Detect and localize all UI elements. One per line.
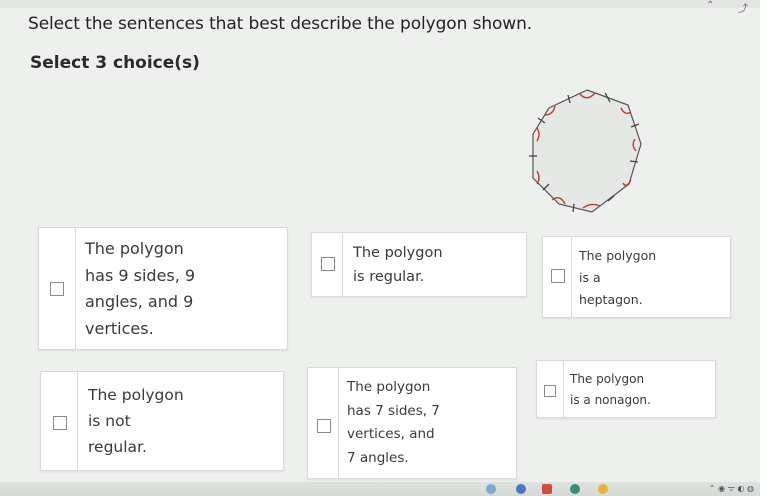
app-icon[interactable] [516,484,526,494]
mail-icon[interactable] [542,484,552,494]
choice-checkbox-1[interactable] [50,282,64,296]
choice-checkbox-6[interactable] [544,385,556,397]
choice-checkbox-3[interactable] [551,269,565,283]
polygon-figure [529,89,642,213]
restore-icon[interactable]: ⤴ [738,0,748,15]
choice-4-line-3: regular. [88,438,147,456]
choice-6-line-2: is a nonagon. [570,393,651,407]
choice-1-line-3: angles, and 9 [85,292,194,311]
choice-card-1[interactable]: The polygon has 9 sides, 9 angles, and 9… [38,227,288,350]
choice-3-line-1: The polygon [579,248,657,263]
choice-card-6[interactable]: The polygon is a nonagon. [536,360,716,418]
choice-1-line-2: has 9 sides, 9 [85,265,196,285]
choice-1-line-1: The polygon [85,239,184,258]
choice-2-line-2: is regular. [353,269,425,285]
choice-4-line-1: The polygon [88,386,184,404]
choice-2-line-1: The polygon [353,245,443,261]
minimize-icon[interactable]: ⌃ [706,0,714,11]
choice-5-line-2: has 7 sides, 7 [347,402,440,419]
system-tray[interactable]: ⌃ ◉ ᯤ ◐ ◍ [709,483,754,494]
choice-checkbox-4[interactable] [53,416,67,430]
choice-5-line-4: 7 angles. [347,449,409,466]
choice-checkbox-5[interactable] [317,419,331,433]
choice-5-line-3: vertices, and [347,426,435,442]
app-icon[interactable] [486,484,496,494]
choice-card-2[interactable]: The polygon is regular. [311,232,527,297]
choice-3-line-3: heptagon. [579,292,643,307]
choice-5-line-1: The polygon [347,379,431,395]
choice-card-3[interactable]: The polygon is a heptagon. [542,236,731,318]
window-top-strip [0,0,760,8]
chrome-icon[interactable] [598,484,608,494]
choice-3-line-2: is a [579,270,601,285]
app-icon[interactable] [570,484,580,494]
choice-checkbox-2[interactable] [321,257,335,271]
choice-1-line-4: vertices. [85,318,154,338]
choice-count-prompt: Select 3 choice(s) [30,53,200,73]
question-text: Select the sentences that best describe … [28,14,533,34]
choice-6-line-1: The polygon [570,372,645,386]
choice-card-5[interactable]: The polygon has 7 sides, 7 vertices, and… [307,367,517,479]
choice-4-line-2: is not [88,412,131,430]
taskbar: ⌃ ◉ ᯤ ◐ ◍ [0,482,760,496]
choice-card-4[interactable]: The polygon is not regular. [40,371,284,471]
nonagon-shape [532,89,642,213]
